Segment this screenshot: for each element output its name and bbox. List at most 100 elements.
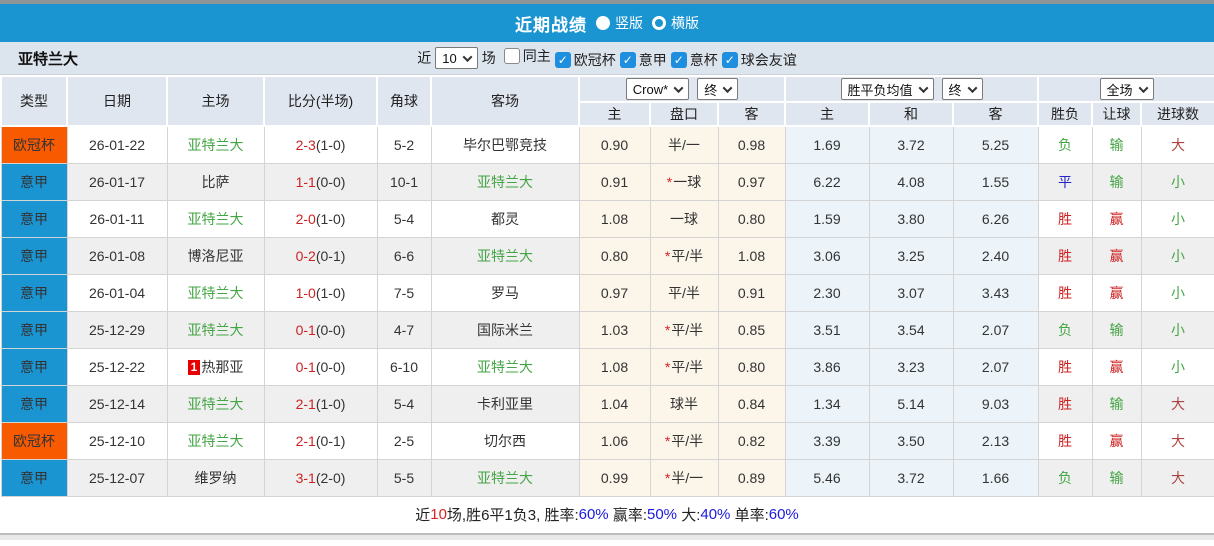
avg-home: 1.34: [784, 384, 870, 423]
checked-checkbox-icon[interactable]: ✓: [619, 52, 636, 68]
home-team-link[interactable]: 热那亚: [201, 359, 243, 375]
away-team-link[interactable]: 亚特兰大: [477, 174, 533, 190]
layout-radio-horizontal[interactable]: 横版: [652, 13, 699, 33]
odds-time-select[interactable]: 终: [697, 78, 739, 100]
radio-unselected-icon[interactable]: [652, 16, 666, 30]
home-team-link[interactable]: 亚特兰大: [188, 285, 244, 301]
changed-line-star: *: [666, 173, 673, 190]
unchecked-checkbox-icon[interactable]: [503, 48, 520, 64]
radio-horizontal-label[interactable]: 横版: [671, 13, 699, 33]
summary-segment: 单率:: [730, 507, 769, 524]
radio-selected-icon[interactable]: [596, 16, 610, 30]
away-team-link[interactable]: 亚特兰大: [477, 359, 533, 375]
checked-checkbox-icon[interactable]: ✓: [554, 52, 571, 68]
home-team-link[interactable]: 亚特兰大: [188, 396, 244, 412]
recent-results-page: 近期战绩 竖版 横版 亚特兰大 近 10 场 同主 ✓ 欧冠杯 ✓ 意甲 ✓ 意杯 ✓ 球会友谊: [0, 0, 1214, 546]
checkbox-label[interactable]: 同主: [523, 46, 551, 66]
odds-company-value: Crow*: [632, 81, 669, 97]
checkbox-label[interactable]: 意甲: [639, 50, 667, 70]
corner-score: 5-5: [376, 458, 432, 497]
result-handicap-text: 赢: [1109, 432, 1124, 449]
avg-draw: 3.07: [868, 273, 954, 312]
radio-vertical-label[interactable]: 竖版: [615, 13, 643, 33]
home-team-cell: 1 热那亚: [166, 347, 265, 386]
match-date: 25-12-10: [66, 421, 168, 460]
away-team-link[interactable]: 国际米兰: [477, 322, 533, 338]
competition-checkbox[interactable]: ✓ 意甲: [619, 50, 667, 70]
layout-radio-vertical[interactable]: 竖版: [596, 13, 643, 33]
away-team-link[interactable]: 毕尔巴鄂竞技: [463, 137, 547, 153]
avg-time-select[interactable]: 终: [941, 78, 983, 100]
competition-checkbox[interactable]: 同主: [503, 46, 551, 66]
match-count-select[interactable]: 10: [435, 47, 478, 69]
away-team-link[interactable]: 切尔西: [484, 433, 526, 449]
result-goals-text: 小: [1171, 284, 1186, 301]
odds-company-select[interactable]: Crow*: [625, 78, 690, 100]
result-handicap-text: 输: [1109, 173, 1124, 190]
competition-checkbox[interactable]: ✓ 欧冠杯: [554, 50, 616, 70]
result-goals: 大: [1140, 125, 1214, 164]
handicap-text: 半/一: [671, 469, 704, 486]
score-cell: 0-1(0-0): [263, 347, 378, 386]
result-handicap-text: 赢: [1109, 284, 1124, 301]
full-time-score: 2-1: [295, 432, 316, 449]
home-team-cell: 博洛尼亚: [166, 236, 265, 275]
half-time-score: (0-0): [315, 173, 346, 190]
avg-type-value: 胜平负均值: [847, 82, 913, 98]
result-wdl: 胜: [1037, 347, 1093, 386]
table-row: 意甲 25-12-29 亚特兰大 0-1(0-0) 4-7 国际米兰 1.03 *平/半 0.8…: [0, 310, 1214, 349]
home-team-link[interactable]: 亚特兰大: [188, 433, 244, 449]
col-handicap-result: 让球: [1091, 101, 1143, 127]
match-count-value: 10: [442, 50, 457, 66]
col-date: 日期: [66, 75, 168, 127]
result-wdl-text: 胜: [1058, 358, 1073, 375]
avg-group-header: 胜平负均值 终: [783, 75, 1040, 103]
odds-away: 0.80: [717, 347, 786, 386]
match-date: 26-01-22: [66, 125, 168, 164]
home-team-link[interactable]: 比萨: [202, 174, 230, 190]
corner-score: 10-1: [376, 162, 432, 201]
summary-segment: 60%: [768, 506, 799, 523]
away-team-link[interactable]: 都灵: [491, 211, 519, 227]
checked-checkbox-icon[interactable]: ✓: [721, 52, 738, 68]
checked-checkbox-icon[interactable]: ✓: [670, 52, 687, 68]
home-team-link[interactable]: 博洛尼亚: [188, 248, 244, 264]
competition-checkbox[interactable]: ✓ 意杯: [670, 50, 718, 70]
result-goals-text: 大: [1171, 432, 1186, 449]
chevron-down-icon: [918, 82, 928, 93]
filter-bar: 亚特兰大 近 10 场 同主 ✓ 欧冠杯 ✓ 意甲 ✓ 意杯 ✓ 球会友谊: [0, 42, 1214, 75]
home-team-link[interactable]: 亚特兰大: [188, 137, 244, 153]
corner-score: 5-4: [376, 384, 432, 423]
home-team-link[interactable]: 亚特兰大: [188, 322, 244, 338]
result-handicap-text: 输: [1109, 321, 1124, 338]
checkbox-label[interactable]: 意杯: [690, 50, 718, 70]
result-goals-text: 小: [1171, 173, 1186, 190]
away-team-link[interactable]: 卡利亚里: [477, 396, 533, 412]
away-team-link[interactable]: 罗马: [491, 285, 519, 301]
checkbox-label[interactable]: 球会友谊: [741, 50, 797, 70]
home-team-cell: 维罗纳: [166, 458, 265, 497]
odds-home: 1.08: [578, 199, 651, 238]
half-time-score: (0-0): [315, 321, 346, 338]
result-wdl-text: 负: [1058, 469, 1073, 486]
results-tbody: 欧冠杯 26-01-22 亚特兰大 2-3(1-0) 5-2 毕尔巴鄂竞技 0.90 半/一 0…: [0, 125, 1214, 497]
away-team-link[interactable]: 亚特兰大: [477, 470, 533, 486]
competition-badge: 意甲: [0, 273, 68, 312]
result-wdl: 胜: [1037, 236, 1093, 275]
col-odds-home: 主: [578, 101, 651, 127]
avg-type-select[interactable]: 胜平负均值: [840, 78, 934, 100]
home-team-link[interactable]: 亚特兰大: [188, 211, 244, 227]
checkbox-label[interactable]: 欧冠杯: [574, 50, 616, 70]
away-team-link[interactable]: 亚特兰大: [477, 248, 533, 264]
scope-select[interactable]: 全场: [1099, 78, 1154, 100]
away-team-cell: 都灵: [430, 199, 580, 238]
col-handicap: 盘口: [649, 101, 719, 127]
changed-line-star: *: [664, 321, 671, 338]
result-handicap: 输: [1091, 162, 1142, 201]
score-cell: 2-1(0-1): [263, 421, 378, 460]
odds-home: 0.90: [578, 125, 651, 164]
result-goals: 小: [1140, 310, 1214, 349]
result-goals-text: 小: [1171, 358, 1186, 375]
home-team-link[interactable]: 维罗纳: [195, 470, 237, 486]
competition-checkbox[interactable]: ✓ 球会友谊: [721, 50, 797, 70]
